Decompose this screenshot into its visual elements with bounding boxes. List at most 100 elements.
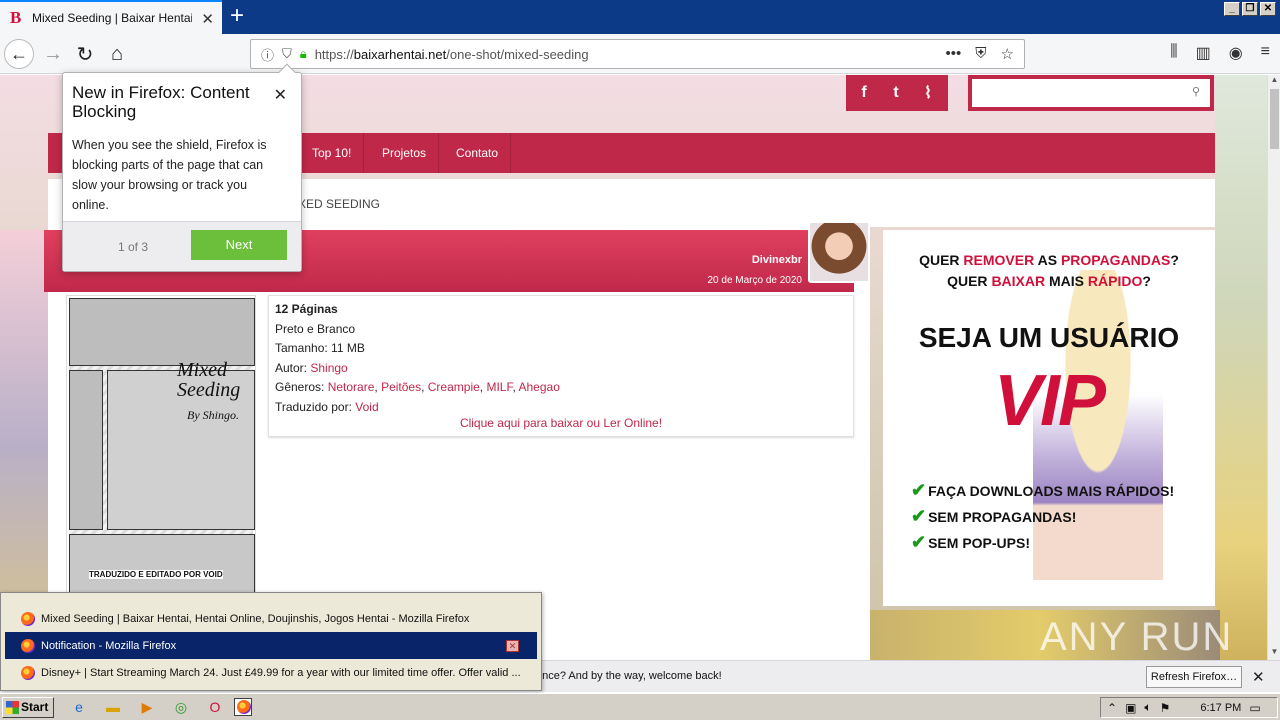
site-favicon-icon: B: [10, 8, 22, 27]
download-link[interactable]: Clique aqui para baixar ou Ler Online!: [269, 416, 853, 430]
ad-line-2: QUER BAIXAR MAIS RÁPIDO?: [947, 273, 1151, 289]
tab-close-icon[interactable]: ✕: [201, 10, 214, 28]
chrome-icon[interactable]: ◎: [172, 698, 190, 716]
new-tab-icon[interactable]: +: [230, 3, 244, 29]
genre-link[interactable]: MILF: [486, 380, 512, 394]
info-size-label: Tamanho:: [275, 341, 328, 355]
info-genres-label: Gêneros:: [275, 380, 325, 394]
home-icon[interactable]: ⌂: [102, 39, 132, 69]
url-path: /one-shot/mixed-seeding: [446, 46, 589, 62]
folder-icon[interactable]: ▬: [104, 698, 122, 716]
close-icon[interactable]: ✕: [274, 85, 287, 105]
menu-hamburger-icon[interactable]: ≡: [1261, 43, 1270, 63]
genre-link[interactable]: Creampie: [428, 380, 480, 394]
menu-item-top10[interactable]: Top 10!: [300, 133, 365, 173]
info-panel: 12 Páginas Preto e Branco Tamanho: 11 MB…: [268, 295, 854, 437]
checkmark-icon: ✔: [911, 532, 927, 552]
content-blocking-popup: New in Firefox: Content Blocking ✕ When …: [62, 63, 302, 272]
taskbar-window-item[interactable]: Disney+ | Start Streaming March 24. Just…: [5, 659, 537, 686]
post-date: 20 de Março de 2020: [707, 275, 802, 286]
bookmark-star-icon[interactable]: ☆: [1001, 45, 1014, 63]
reload-icon[interactable]: ↻: [70, 39, 100, 69]
url-scheme: https://: [314, 46, 354, 62]
info-pages: 12 Páginas: [275, 302, 338, 316]
popup-title: New in Firefox: Content Blocking: [72, 83, 250, 121]
refresh-firefox-button[interactable]: Refresh Firefox…: [1146, 666, 1242, 688]
clock: 6:17 PM: [1200, 701, 1242, 714]
page-actions-icon[interactable]: •••: [946, 45, 962, 63]
cover-title: Mixed Seeding: [177, 359, 241, 401]
nav-toolbar: ← → ↻ ⌂ ⓘ ⛉ 🔒︎ https://baixarhentai.net/…: [0, 34, 1280, 74]
social-links: f t ⌇: [846, 75, 948, 111]
post-author[interactable]: Divinexbr: [752, 254, 802, 266]
forward-icon[interactable]: →: [38, 39, 68, 69]
watermark: ANY RUN: [1040, 615, 1234, 659]
close-icon[interactable]: ✕: [1252, 668, 1265, 686]
pocket-icon[interactable]: ⛨: [975, 45, 986, 63]
checkmark-icon: ✔: [911, 506, 927, 526]
page-scrollbar[interactable]: ▲ ▼: [1267, 75, 1280, 660]
windows-logo-icon: [6, 701, 19, 714]
scroll-thumb[interactable]: [1270, 89, 1279, 149]
media-player-icon[interactable]: ▶: [138, 698, 156, 716]
info-translator-link[interactable]: Void: [355, 400, 378, 414]
url-bar[interactable]: ⓘ ⛉ 🔒︎ https://baixarhentai.net/one-shot…: [250, 39, 1025, 69]
url-host: baixarhentai.net: [353, 46, 447, 62]
info-translator-label: Traduzido por:: [275, 399, 352, 414]
info-author-link[interactable]: Shingo: [310, 361, 347, 375]
sidebar-icon[interactable]: ▥: [1196, 43, 1211, 63]
checkmark-icon: ✔: [911, 480, 927, 500]
restore-icon[interactable]: ❐: [1242, 2, 1258, 16]
site-search: ⚲: [968, 75, 1214, 111]
search-input[interactable]: [972, 79, 1210, 107]
tab-active[interactable]: B Mixed Seeding | Baixar Hentai, Hen ✕: [0, 0, 222, 34]
taskbar-window-item[interactable]: Mixed Seeding | Baixar Hentai, Hentai On…: [5, 605, 537, 632]
taskbar-group-popup: Mixed Seeding | Baixar Hentai, Hentai On…: [0, 592, 542, 691]
genre-link[interactable]: Netorare: [328, 380, 375, 394]
volume-icon[interactable]: 🔈︎: [1144, 700, 1151, 715]
vip-ad-banner[interactable]: QUER REMOVER AS PROPAGANDAS? QUER BAIXAR…: [883, 230, 1215, 606]
back-icon[interactable]: ←: [4, 39, 34, 69]
start-button[interactable]: Start: [2, 697, 54, 718]
show-desktop-icon[interactable]: ▭: [1249, 701, 1260, 715]
rss-icon[interactable]: ⌇: [915, 80, 941, 106]
menu-item-contato[interactable]: Contato: [444, 133, 512, 173]
shield-icon[interactable]: ⛉: [282, 46, 292, 62]
info-icon[interactable]: ⓘ: [261, 45, 274, 64]
firefox-taskbar-icon[interactable]: [234, 698, 252, 716]
close-window-icon[interactable]: ✕: [1260, 2, 1276, 16]
firefox-icon: [21, 638, 35, 653]
genre-link[interactable]: Peitões: [381, 380, 421, 394]
opera-icon[interactable]: O: [206, 698, 224, 716]
menu-item-projetos[interactable]: Projetos: [370, 133, 440, 173]
cover-credit: TRADUZIDO E EDITADO POR VOID: [89, 570, 223, 579]
firefox-icon: [21, 611, 35, 626]
window-controls: _ ❐ ✕: [1224, 2, 1276, 16]
ie-icon[interactable]: e: [70, 698, 88, 716]
scroll-up-icon[interactable]: ▲: [1268, 75, 1280, 88]
flag-icon[interactable]: ⚑: [1160, 701, 1171, 715]
minimize-icon[interactable]: _: [1224, 2, 1240, 16]
twitter-icon[interactable]: t: [883, 80, 909, 106]
tray-arrow-icon[interactable]: ⌃: [1107, 701, 1117, 715]
ad-vip: VIP: [993, 361, 1106, 441]
close-icon[interactable]: ✕: [506, 639, 519, 652]
next-button[interactable]: Next: [191, 230, 287, 260]
breadcrumb-current: XED SEEDING: [298, 197, 381, 211]
step-counter: 1 of 3: [118, 240, 149, 254]
cover-by: By Shingo.: [187, 408, 239, 422]
facebook-icon[interactable]: f: [851, 80, 877, 106]
ad-check-item: ✔ FAÇA DOWNLOADS MAIS RÁPIDOS!: [911, 480, 1175, 500]
search-icon[interactable]: ⚲: [1192, 85, 1200, 98]
system-tray: ⌃ ▣ 🔈︎ ⚑ 6:17 PM ▭: [1100, 697, 1278, 718]
lock-icon[interactable]: 🔒︎: [300, 46, 307, 62]
scroll-down-icon[interactable]: ▼: [1268, 647, 1280, 660]
info-color: Preto e Branco: [275, 321, 356, 336]
library-icon[interactable]: ⫼: [1170, 43, 1177, 63]
account-icon[interactable]: ◉: [1229, 43, 1243, 63]
taskbar-window-item[interactable]: Notification - Mozilla Firefox ✕: [5, 632, 537, 659]
network-icon[interactable]: ▣: [1125, 701, 1136, 715]
genre-link[interactable]: Ahegao: [519, 380, 560, 394]
url-text[interactable]: https://baixarhentai.net/one-shot/mixed-…: [315, 47, 589, 62]
background-art-right: [1215, 75, 1267, 660]
